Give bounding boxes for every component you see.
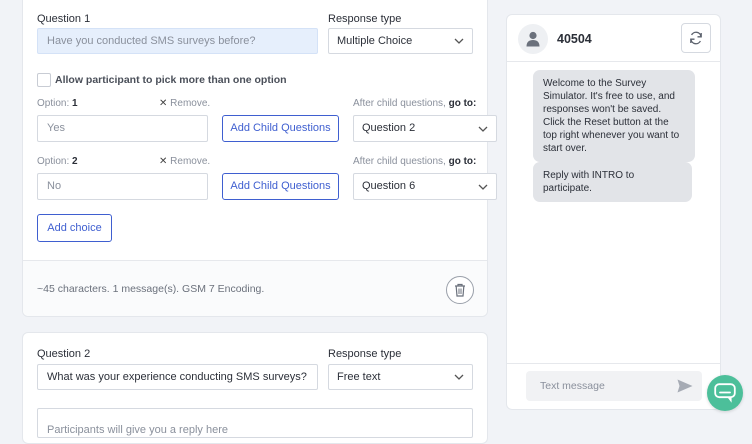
compose-divider bbox=[507, 363, 720, 364]
chevron-down-icon bbox=[454, 374, 464, 380]
question1-response-type-select[interactable]: Multiple Choice bbox=[328, 28, 473, 54]
remove-x-icon: ✕ bbox=[159, 98, 168, 109]
option-2-after-label: After child questions, go to: bbox=[353, 156, 476, 167]
avatar bbox=[518, 24, 548, 54]
message-bubble: Reply with INTRO to participate. bbox=[533, 162, 692, 202]
allow-multiple-label: Allow participant to pick more than one … bbox=[55, 74, 287, 86]
delete-question-button[interactable] bbox=[446, 276, 474, 304]
option-1-after-label: After child questions, go to: bbox=[353, 98, 476, 109]
response-type-value: Multiple Choice bbox=[337, 35, 413, 47]
option-number: 2 bbox=[72, 156, 78, 167]
question1-card: Question 1 Have you conducted SMS survey… bbox=[22, 0, 497, 317]
option-1-add-child-button[interactable]: Add Child Questions bbox=[222, 115, 339, 142]
chevron-down-icon bbox=[454, 38, 464, 44]
option-2-label: Option: 2 bbox=[37, 156, 78, 167]
option-number: 1 bbox=[72, 98, 78, 109]
after-label-go: go to: bbox=[448, 156, 477, 167]
question1-response-type-label: Response type bbox=[328, 13, 402, 25]
goto-value: Question 6 bbox=[362, 180, 416, 192]
remove-label: Remove. bbox=[170, 156, 211, 167]
question2-response-type-label: Response type bbox=[328, 348, 402, 360]
send-button[interactable] bbox=[676, 371, 702, 401]
question1-label: Question 1 bbox=[37, 13, 91, 25]
footer-info: ~45 characters. 1 message(s). GSM 7 Enco… bbox=[37, 283, 265, 295]
question2-input[interactable]: What was your experience conducting SMS … bbox=[37, 364, 318, 390]
chevron-down-icon bbox=[478, 126, 488, 132]
option-1-remove[interactable]: ✕ Remove. bbox=[159, 98, 210, 109]
refresh-icon bbox=[690, 31, 702, 45]
send-icon bbox=[677, 379, 693, 393]
option-2-input[interactable]: No bbox=[37, 173, 208, 200]
after-label-prefix: After child questions, bbox=[353, 98, 446, 109]
add-choice-button[interactable]: Add choice bbox=[37, 214, 112, 242]
option-2-add-child-button[interactable]: Add Child Questions bbox=[222, 173, 339, 200]
question2-label: Question 2 bbox=[37, 348, 91, 360]
header-divider bbox=[507, 61, 720, 62]
message-input[interactable]: Text message bbox=[526, 371, 676, 401]
remove-x-icon: ✕ bbox=[159, 156, 168, 167]
reset-button[interactable] bbox=[681, 23, 711, 53]
goto-value: Question 2 bbox=[362, 122, 416, 134]
question2-partial-field: Participants will give you a reply here bbox=[37, 408, 473, 438]
option-prefix: Option: bbox=[37, 156, 70, 167]
chat-bubble-icon bbox=[714, 383, 736, 403]
option-2-remove[interactable]: ✕ Remove. bbox=[159, 156, 210, 167]
chevron-down-icon bbox=[478, 184, 488, 190]
option-prefix: Option: bbox=[37, 98, 70, 109]
remove-label: Remove. bbox=[170, 98, 211, 109]
message-input-placeholder: Text message bbox=[540, 380, 605, 392]
after-label-go: go to: bbox=[448, 98, 477, 109]
chat-support-button[interactable] bbox=[707, 375, 743, 411]
question2-card: Question 2 What was your experience cond… bbox=[22, 332, 488, 444]
simulator-number: 40504 bbox=[557, 32, 592, 46]
after-label-prefix: After child questions, bbox=[353, 156, 446, 167]
response-type-value: Free text bbox=[337, 371, 381, 383]
option-1-input[interactable]: Yes bbox=[37, 115, 208, 142]
option-1-label: Option: 1 bbox=[37, 98, 78, 109]
user-icon bbox=[526, 31, 540, 47]
message-bubble: Welcome to the Survey Simulator. It's fr… bbox=[533, 70, 695, 162]
question2-response-type-select[interactable]: Free text bbox=[328, 364, 473, 390]
option-2-goto-select[interactable]: Question 6 bbox=[353, 173, 497, 200]
allow-multiple-checkbox[interactable] bbox=[37, 73, 51, 87]
question1-input[interactable]: Have you conducted SMS surveys before? bbox=[37, 28, 318, 54]
trash-icon bbox=[455, 283, 465, 297]
option-1-goto-select[interactable]: Question 2 bbox=[353, 115, 497, 142]
survey-simulator-panel: 40504 Welcome to the Survey Simulator. I… bbox=[506, 14, 721, 410]
